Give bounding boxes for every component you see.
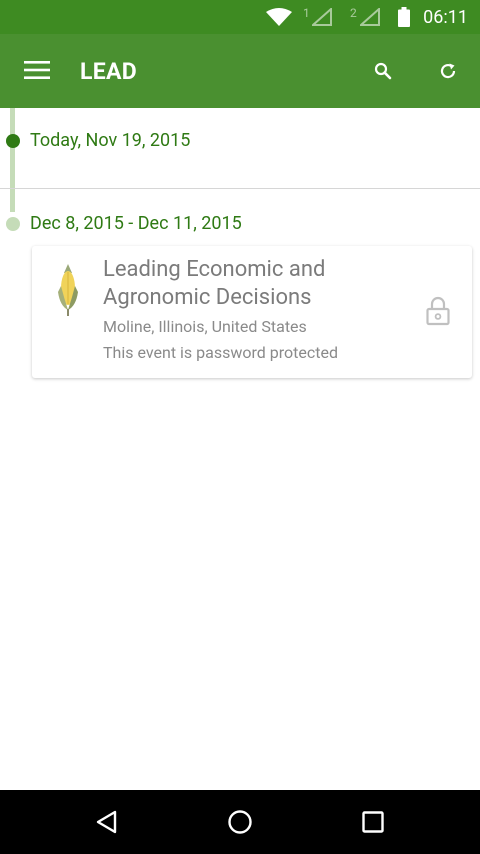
sim1-label: 1 (303, 6, 310, 20)
event-date-range: Dec 8, 2015 - Dec 11, 2015 (30, 213, 242, 234)
event-card[interactable]: Leading Economic and Agronomic Decisions… (32, 246, 472, 378)
status-bar: 1 2 06:11 (0, 0, 480, 34)
recents-icon[interactable] (361, 810, 385, 834)
event-name: Leading Economic and Agronomic Decisions (103, 257, 326, 310)
home-icon[interactable] (227, 809, 253, 835)
event-location: Moline, Illinois, United States (103, 317, 307, 336)
menu-icon[interactable] (24, 61, 50, 79)
search-icon[interactable] (374, 62, 392, 80)
timeline-dot-today (6, 134, 20, 148)
system-nav-bar (0, 790, 480, 854)
timeline-dot-event (6, 217, 20, 231)
signal-icon (360, 8, 380, 26)
battery-icon (398, 7, 410, 27)
app-bar: LEAD (0, 34, 480, 108)
sim2-label: 2 (350, 6, 357, 20)
refresh-icon[interactable] (439, 62, 457, 80)
today-date-label: Today, Nov 19, 2015 (30, 130, 191, 151)
lock-icon (426, 296, 450, 326)
signal-icon (312, 8, 332, 26)
back-icon[interactable] (94, 809, 120, 835)
corn-logo-icon (58, 264, 78, 316)
wifi-icon (266, 8, 292, 26)
timeline-line (10, 108, 15, 212)
clock: 06:11 (423, 7, 468, 28)
section-divider (0, 188, 480, 189)
app-title: LEAD (80, 58, 137, 85)
event-password-note: This event is password protected (103, 343, 338, 362)
